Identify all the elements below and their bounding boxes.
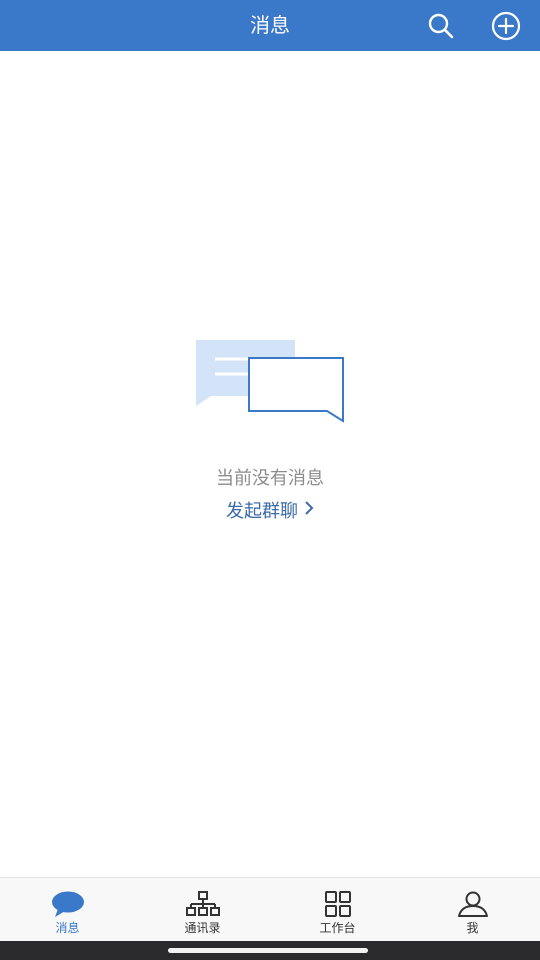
chat-bubbles-icon — [196, 340, 344, 423]
page-title: 消息 — [250, 13, 290, 37]
tab-contacts[interactable]: 通讯录 — [135, 878, 270, 942]
tab-messages[interactable]: 消息 — [0, 878, 135, 942]
search-icon — [428, 13, 454, 39]
search-button[interactable] — [423, 8, 459, 44]
add-button[interactable] — [488, 8, 524, 44]
person-icon — [455, 890, 491, 918]
org-chart-icon — [185, 890, 221, 918]
home-indicator[interactable] — [168, 948, 368, 953]
bottom-tab-bar: 消息 通讯录 工作台 我 — [0, 877, 540, 942]
messages-screen: 消息 当前没有消息 发起群聊 消息 通讯录 工作台 我 — [0, 0, 540, 960]
add-circle-icon — [491, 11, 521, 41]
home-indicator-area — [0, 941, 540, 960]
empty-illustration — [193, 338, 347, 424]
chat-bubble-icon — [50, 890, 86, 918]
chevron-right-icon — [304, 500, 314, 521]
tab-me[interactable]: 我 — [405, 878, 540, 942]
tab-workbench[interactable]: 工作台 — [270, 878, 405, 942]
top-header: 消息 — [0, 0, 540, 51]
tab-label: 消息 — [55, 921, 80, 935]
tab-label: 通讯录 — [184, 921, 221, 935]
tab-label: 我 — [466, 921, 479, 935]
tab-label: 工作台 — [319, 921, 356, 935]
grid-icon — [320, 890, 356, 918]
empty-message: 当前没有消息 — [216, 468, 324, 489]
start-group-chat-label: 发起群聊 — [226, 501, 298, 522]
start-group-chat-link[interactable]: 发起群聊 — [0, 497, 540, 523]
